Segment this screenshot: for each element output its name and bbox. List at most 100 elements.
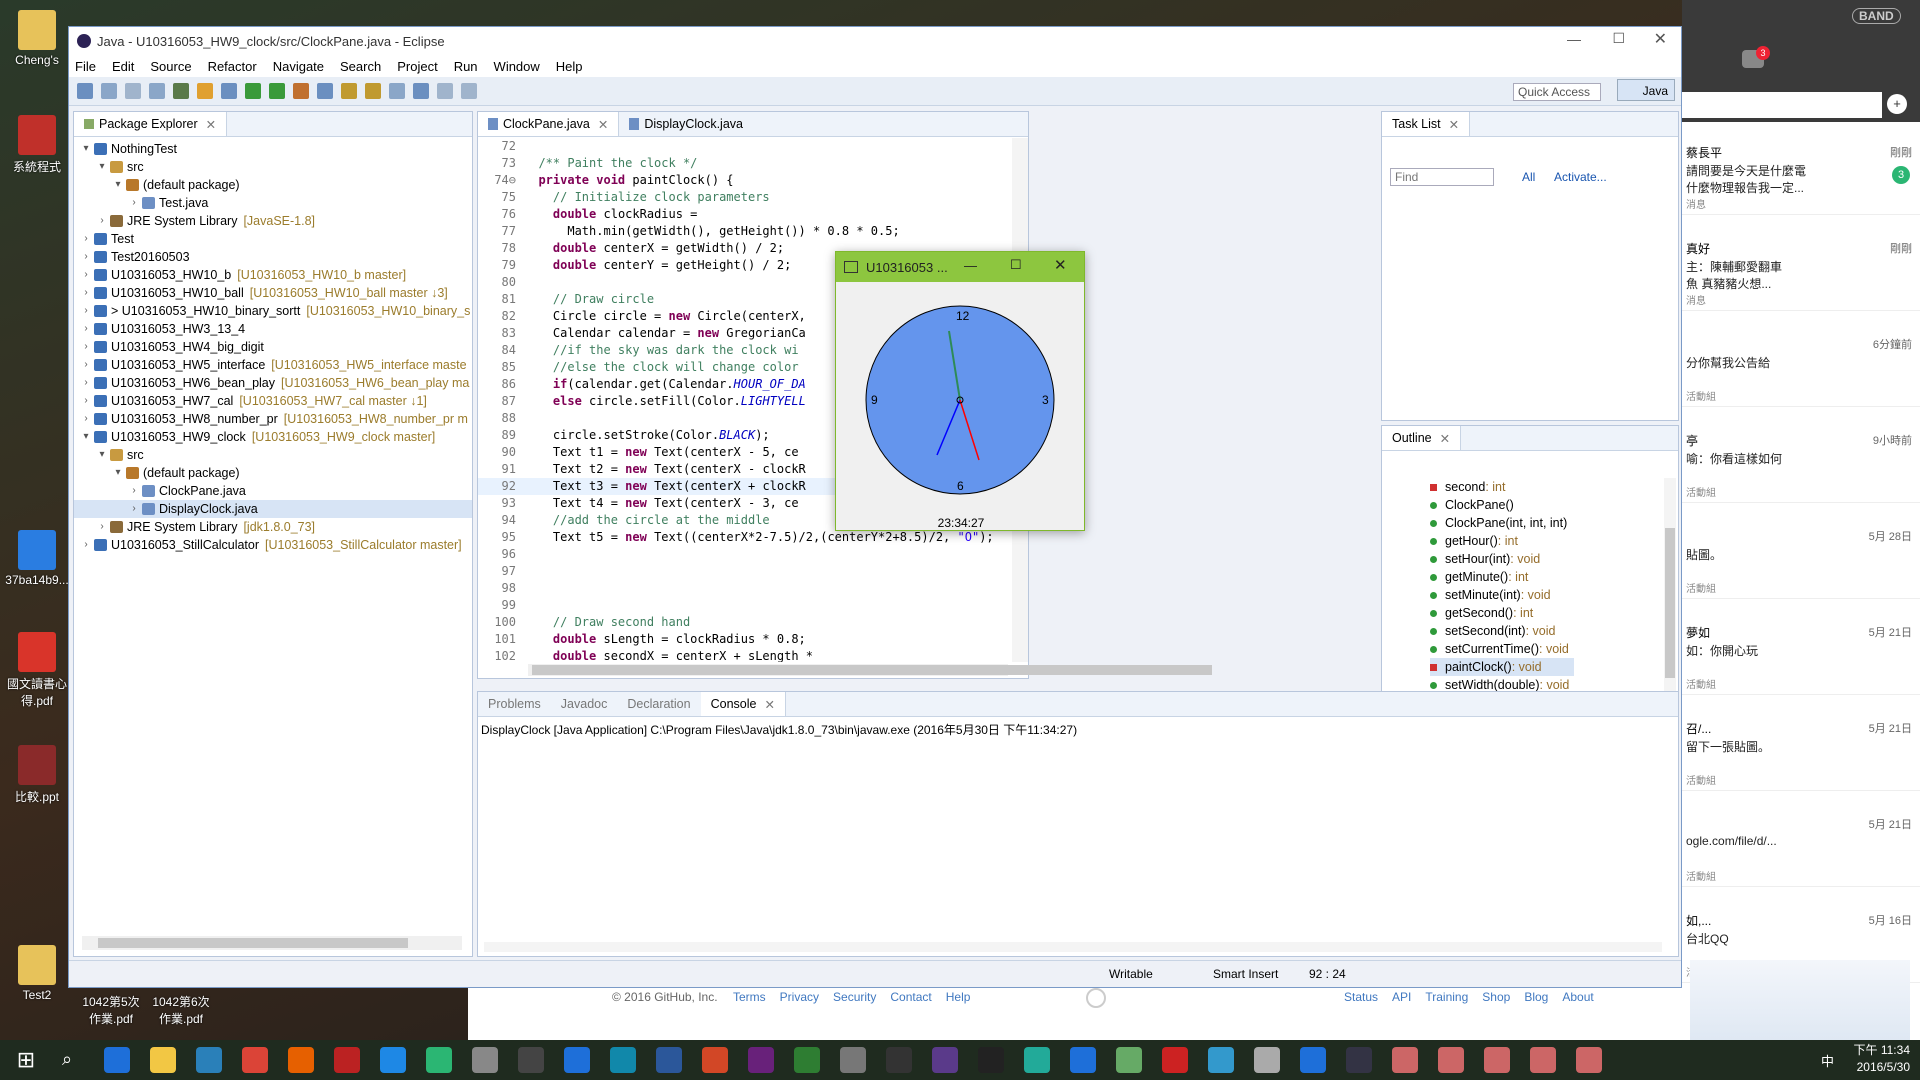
taskbar-app-icon[interactable] <box>748 1047 774 1073</box>
taskbar-app-icon[interactable] <box>334 1047 360 1073</box>
code-line[interactable]: 100 // Draw second hand <box>478 614 1012 631</box>
tree-item[interactable]: ▾ src <box>74 158 472 176</box>
chat-list-item[interactable]: 召/... 留下一張貼圖。 活動組 5月 21日 <box>1682 706 1920 791</box>
horizontal-scrollbar[interactable] <box>528 664 1212 676</box>
chevron-down-icon[interactable]: ▾ <box>96 446 108 464</box>
toolbar-button[interactable] <box>317 83 333 99</box>
taskbar-app-icon[interactable] <box>1530 1047 1556 1073</box>
menu-help[interactable]: Help <box>556 59 583 74</box>
tree-item[interactable]: › U10316053_HW5_interface [U10316053_HW5_i… <box>74 356 472 374</box>
github-link[interactable]: Security <box>833 990 876 1004</box>
maximize-button[interactable]: ☐ <box>1612 30 1625 47</box>
github-link[interactable]: Terms <box>733 990 766 1004</box>
toolbar-button[interactable] <box>413 83 429 99</box>
chat-list-item[interactable]: 分你幫我公告給 活動組 6分鐘前 <box>1682 322 1920 407</box>
menu-file[interactable]: File <box>75 59 96 74</box>
github-link[interactable]: Shop <box>1482 990 1510 1004</box>
tree-item[interactable]: ▾ (default package) <box>74 464 472 482</box>
chat-list-item[interactable]: 真好 主：陳輔郵愛翻車 魚 真豬豬火想... 消息 剛剛 <box>1682 226 1920 311</box>
chat-search-input[interactable] <box>1682 92 1882 118</box>
horizontal-scrollbar[interactable] <box>484 942 1662 952</box>
outline-item[interactable]: getMinute() : int <box>1430 568 1574 586</box>
github-link[interactable]: Contact <box>890 990 931 1004</box>
taskbar-app-icon[interactable] <box>1254 1047 1280 1073</box>
outline-item[interactable]: getHour() : int <box>1430 532 1574 550</box>
code-line[interactable]: 97 <box>478 563 1012 580</box>
outline-item[interactable]: ClockPane(int, int, int) <box>1430 514 1574 532</box>
toolbar-button[interactable] <box>173 83 189 99</box>
tree-item[interactable]: › > U10316053_HW10_binary_sortt [U10316053… <box>74 302 472 320</box>
menu-navigate[interactable]: Navigate <box>273 59 324 74</box>
code-line[interactable]: 74⊖ private void paintClock() { <box>478 172 1012 189</box>
taskbar-app-icon[interactable] <box>978 1047 1004 1073</box>
close-button[interactable]: ✕ <box>1654 29 1667 49</box>
find-input[interactable]: Find <box>1390 168 1494 186</box>
github-link[interactable]: Privacy <box>780 990 819 1004</box>
desktop-icon[interactable]: 系統程式 <box>4 115 70 175</box>
toolbar-button[interactable] <box>341 83 357 99</box>
taskbar-app-icon[interactable] <box>702 1047 728 1073</box>
taskbar-app-icon[interactable] <box>794 1047 820 1073</box>
outline-item[interactable]: setSecond(int) : void <box>1430 622 1574 640</box>
taskbar-app-icon[interactable] <box>1300 1047 1326 1073</box>
editor-tab[interactable]: DisplayClock.java <box>619 112 753 136</box>
menu-window[interactable]: Window <box>494 59 540 74</box>
menu-project[interactable]: Project <box>397 59 437 74</box>
outline-item[interactable]: second : int <box>1430 478 1574 496</box>
outline-item[interactable]: getSecond() : int <box>1430 604 1574 622</box>
toolbar-button[interactable] <box>101 83 117 99</box>
chat-list-item[interactable]: 亭喻：你看這樣如何 活動組 9小時前 <box>1682 418 1920 503</box>
taskbar-app-icon[interactable] <box>380 1047 406 1073</box>
tab-declaration[interactable]: Declaration <box>617 692 700 716</box>
chevron-down-icon[interactable]: ▾ <box>80 140 92 158</box>
chevron-right-icon[interactable]: › <box>128 500 140 518</box>
taskbar-app-icon[interactable] <box>196 1047 222 1073</box>
desktop-file[interactable]: 1042第6次作業.pdf <box>148 993 214 1027</box>
outline-item[interactable]: ClockPane() <box>1430 496 1574 514</box>
code-line[interactable]: 101 double sLength = clockRadius * 0.8; <box>478 631 1012 648</box>
menu-search[interactable]: Search <box>340 59 381 74</box>
close-button[interactable]: ✕ <box>1054 256 1067 274</box>
tree-item[interactable]: › JRE System Library [JavaSE-1.8] <box>74 212 472 230</box>
toolbar-button[interactable] <box>389 83 405 99</box>
chevron-right-icon[interactable]: › <box>80 338 92 356</box>
taskbar-app-icon[interactable] <box>1392 1047 1418 1073</box>
tab-javadoc[interactable]: Javadoc <box>551 692 618 716</box>
taskbar-app-icon[interactable] <box>1162 1047 1188 1073</box>
desktop-icon[interactable]: 37ba14b9... <box>4 530 70 587</box>
chat-list-item[interactable]: 貼圖。 活動組 5月 28日 <box>1682 514 1920 599</box>
tree-item[interactable]: › U10316053_HW4_big_digit <box>74 338 472 356</box>
code-line[interactable]: 99 <box>478 597 1012 614</box>
outline-item[interactable]: paintClock() : void <box>1430 658 1574 676</box>
toolbar-button[interactable] <box>245 83 261 99</box>
chevron-right-icon[interactable]: › <box>80 266 92 284</box>
taskbar-app-icon[interactable] <box>472 1047 498 1073</box>
toolbar-button[interactable] <box>77 83 93 99</box>
close-tab-icon[interactable]: ✕ <box>1440 431 1450 446</box>
code-line[interactable]: 98 <box>478 580 1012 597</box>
outline-item[interactable]: setCurrentTime() : void <box>1430 640 1574 658</box>
tab-package-explorer[interactable]: Package Explorer ✕ <box>74 112 228 136</box>
tree-item[interactable]: ▾ src <box>74 446 472 464</box>
close-tab-icon[interactable]: ✕ <box>764 697 774 712</box>
code-line[interactable]: 72 <box>478 138 1012 155</box>
toolbar-button[interactable] <box>197 83 213 99</box>
desktop-icon[interactable]: Cheng's <box>4 10 70 67</box>
taskbar-app-icon[interactable] <box>610 1047 636 1073</box>
menu-edit[interactable]: Edit <box>112 59 134 74</box>
chevron-right-icon[interactable]: › <box>80 374 92 392</box>
code-line[interactable]: 102 double secondX = centerX + sLength * <box>478 648 1012 662</box>
chevron-right-icon[interactable]: › <box>80 320 92 338</box>
taskbar-app-icon[interactable] <box>242 1047 268 1073</box>
chevron-right-icon[interactable]: › <box>80 284 92 302</box>
chevron-right-icon[interactable]: › <box>80 410 92 428</box>
toolbar-button[interactable] <box>149 83 165 99</box>
add-icon[interactable]: + <box>1887 94 1907 114</box>
taskbar-app-icon[interactable] <box>104 1047 130 1073</box>
taskbar-app-icon[interactable] <box>1208 1047 1234 1073</box>
start-button[interactable]: ⊞ <box>12 1046 40 1074</box>
github-link[interactable]: Blog <box>1524 990 1548 1004</box>
tree-item[interactable]: › DisplayClock.java <box>74 500 472 518</box>
activate-link[interactable]: Activate... <box>1554 170 1607 184</box>
taskbar-app-icon[interactable] <box>886 1047 912 1073</box>
